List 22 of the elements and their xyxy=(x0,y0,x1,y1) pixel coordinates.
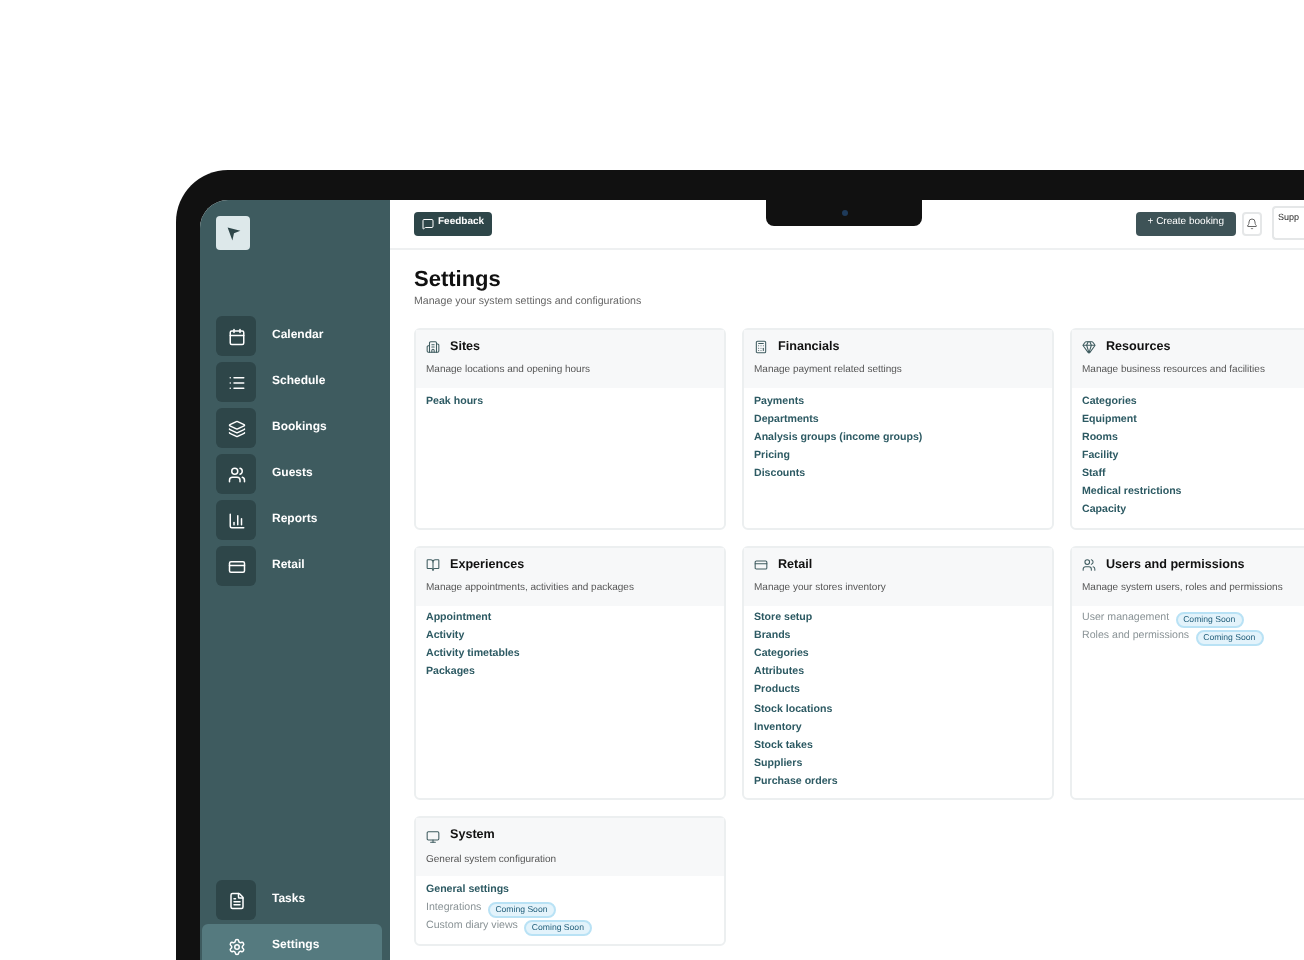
chat-icon xyxy=(422,218,434,230)
card-icon xyxy=(227,557,245,575)
bell-icon xyxy=(1246,218,1258,230)
gem-icon xyxy=(1082,340,1096,355)
bell-button[interactable] xyxy=(1242,212,1262,236)
calculator-icon xyxy=(754,340,768,355)
layers-icon xyxy=(227,419,245,437)
users-icon xyxy=(1082,557,1096,572)
app-logo[interactable] xyxy=(216,216,250,250)
users-icon xyxy=(227,465,245,483)
book-icon xyxy=(426,557,440,572)
settings-icon xyxy=(227,937,245,955)
bar-chart-icon xyxy=(227,511,245,529)
calendar-icon xyxy=(227,327,245,345)
building-icon xyxy=(426,340,440,355)
card-icon xyxy=(754,557,768,572)
document-icon xyxy=(227,891,245,909)
list-icon xyxy=(227,373,245,391)
page-title: Settings xyxy=(414,266,503,294)
monitor-icon xyxy=(426,829,440,844)
arrow-logo-icon xyxy=(225,225,241,241)
camera-icon xyxy=(841,210,847,216)
